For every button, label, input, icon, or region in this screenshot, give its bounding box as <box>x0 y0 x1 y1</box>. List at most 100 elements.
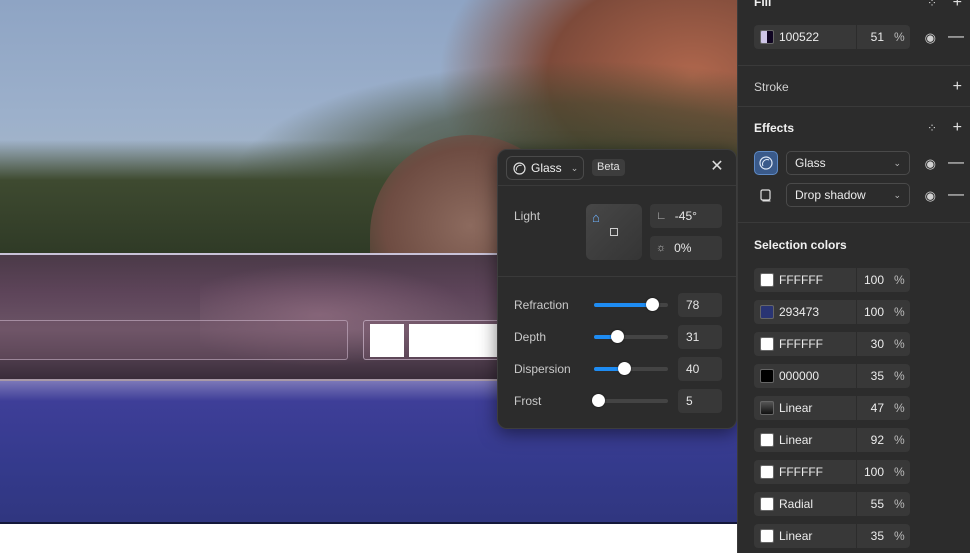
slider-value-field[interactable]: 78 <box>678 293 722 317</box>
slider-row-depth: Depth 31 <box>498 325 736 349</box>
color-opacity-value[interactable]: 100 <box>860 305 884 319</box>
effect-select-drop-shadow[interactable]: Drop shadow ⌄ <box>786 183 910 207</box>
dispersion-slider[interactable] <box>594 362 668 375</box>
light-pad-center-marker <box>610 228 618 236</box>
slider-label: Dispersion <box>514 362 571 376</box>
fill-swatch[interactable] <box>760 30 774 44</box>
slider-label: Depth <box>514 330 547 344</box>
color-hex-value[interactable]: FFFFFF <box>779 273 823 287</box>
field-separator <box>856 25 857 49</box>
field-separator <box>856 300 857 324</box>
slider-value-field[interactable]: 40 <box>678 357 722 381</box>
color-swatch[interactable] <box>760 401 774 415</box>
selection-color-row[interactable]: FFFFFF 100 % <box>754 268 910 292</box>
selection-color-row[interactable]: Linear 47 % <box>754 396 910 420</box>
percent-sign: % <box>894 497 905 511</box>
color-hex-value[interactable]: FFFFFF <box>779 465 823 479</box>
selection-color-row[interactable]: Linear 35 % <box>754 524 910 548</box>
drop-shadow-settings-button[interactable] <box>754 183 778 207</box>
color-opacity-value[interactable]: 100 <box>860 273 884 287</box>
color-hex-value[interactable]: Linear <box>779 401 812 415</box>
color-opacity-value[interactable]: 35 <box>860 529 884 543</box>
color-swatch[interactable] <box>760 529 774 543</box>
fill-hex-value[interactable]: 100522 <box>779 30 819 44</box>
selection-colors-title: Selection colors <box>754 238 847 252</box>
color-hex-value[interactable]: 000000 <box>779 369 819 383</box>
selection-color-row[interactable]: Linear 92 % <box>754 428 910 452</box>
slider-row-refraction: Refraction 78 <box>498 293 736 317</box>
color-hex-value[interactable]: Linear <box>779 529 812 543</box>
remove-effect-icon[interactable]: — <box>948 155 964 171</box>
remove-effect-icon[interactable]: — <box>948 187 964 203</box>
field-separator <box>856 524 857 548</box>
sun-icon: ☼ <box>656 242 667 254</box>
color-swatch[interactable] <box>760 433 774 447</box>
color-opacity-value[interactable]: 47 <box>860 401 884 415</box>
percent-sign: % <box>894 273 905 287</box>
add-stroke-icon[interactable]: + <box>953 79 962 95</box>
light-direction-pad[interactable]: ⌂ <box>586 204 642 260</box>
styles-grid-icon[interactable]: ⁘ <box>927 0 937 10</box>
percent-sign: % <box>894 305 905 319</box>
fill-color-row[interactable]: 100522 51 % <box>754 25 910 49</box>
slider-thumb[interactable] <box>617 362 631 375</box>
light-intensity-field[interactable]: ☼ 0% <box>650 236 722 260</box>
light-label: Light <box>514 209 541 223</box>
color-hex-value[interactable]: Radial <box>779 497 813 511</box>
slider-row-frost: Frost 5 <box>498 389 736 413</box>
selection-color-row[interactable]: 293473 100 % <box>754 300 910 324</box>
slider-value-field[interactable]: 5 <box>678 389 722 413</box>
color-hex-value[interactable]: 293473 <box>779 305 819 319</box>
field-separator <box>856 492 857 516</box>
eye-icon[interactable]: ◉ <box>925 30 936 46</box>
remove-fill-icon[interactable]: — <box>948 29 964 45</box>
eye-icon[interactable]: ◉ <box>925 156 936 172</box>
light-angle-field[interactable]: ∟ -45° <box>650 204 722 228</box>
section-divider <box>738 106 970 107</box>
eye-icon[interactable]: ◉ <box>925 188 936 204</box>
blue-layer-edge <box>0 522 737 524</box>
slider-thumb[interactable] <box>610 330 624 343</box>
frost-slider[interactable] <box>591 394 668 407</box>
selection-color-row[interactable]: Radial 55 % <box>754 492 910 516</box>
color-opacity-value[interactable]: 92 <box>860 433 884 447</box>
selection-color-row[interactable]: FFFFFF 100 % <box>754 460 910 484</box>
chevron-down-icon: ⌄ <box>893 158 901 168</box>
color-hex-value[interactable]: Linear <box>779 433 812 447</box>
canvas-white-box-wide[interactable] <box>409 324 509 357</box>
color-opacity-value[interactable]: 35 <box>860 369 884 383</box>
depth-slider[interactable] <box>594 330 668 343</box>
canvas-white-box-small[interactable] <box>370 324 404 357</box>
beta-badge: Beta <box>592 159 625 176</box>
slider-thumb[interactable] <box>591 394 605 407</box>
color-swatch[interactable] <box>760 497 774 511</box>
add-effect-icon[interactable]: + <box>953 120 962 136</box>
color-swatch[interactable] <box>760 369 774 383</box>
fill-opacity-value[interactable]: 51 <box>860 30 884 44</box>
effect-select-label: Glass <box>795 156 826 170</box>
add-fill-icon[interactable]: + <box>953 0 962 11</box>
light-angle-value: -45° <box>674 209 697 223</box>
slider-label: Refraction <box>514 298 569 312</box>
effect-select-glass[interactable]: Glass ⌄ <box>786 151 910 175</box>
color-swatch[interactable] <box>760 305 774 319</box>
refraction-slider[interactable] <box>594 298 668 311</box>
color-opacity-value[interactable]: 100 <box>860 465 884 479</box>
effect-styles-grid-icon[interactable]: ⁘ <box>927 121 937 135</box>
color-swatch[interactable] <box>760 465 774 479</box>
color-swatch[interactable] <box>760 337 774 351</box>
glass-effect-settings-button[interactable] <box>754 151 778 175</box>
light-intensity-value: 0% <box>674 241 692 255</box>
selection-color-row[interactable]: FFFFFF 30 % <box>754 332 910 356</box>
selection-color-row[interactable]: 000000 35 % <box>754 364 910 388</box>
color-swatch[interactable] <box>760 273 774 287</box>
close-icon[interactable]: ✕ <box>708 158 726 176</box>
color-hex-value[interactable]: FFFFFF <box>779 337 823 351</box>
slider-value-field[interactable]: 31 <box>678 325 722 349</box>
effect-type-select[interactable]: Glass ⌄ <box>506 156 584 180</box>
color-opacity-value[interactable]: 30 <box>860 337 884 351</box>
color-opacity-value[interactable]: 55 <box>860 497 884 511</box>
canvas-field-left[interactable] <box>0 320 348 360</box>
field-separator <box>856 268 857 292</box>
slider-thumb[interactable] <box>645 298 659 311</box>
